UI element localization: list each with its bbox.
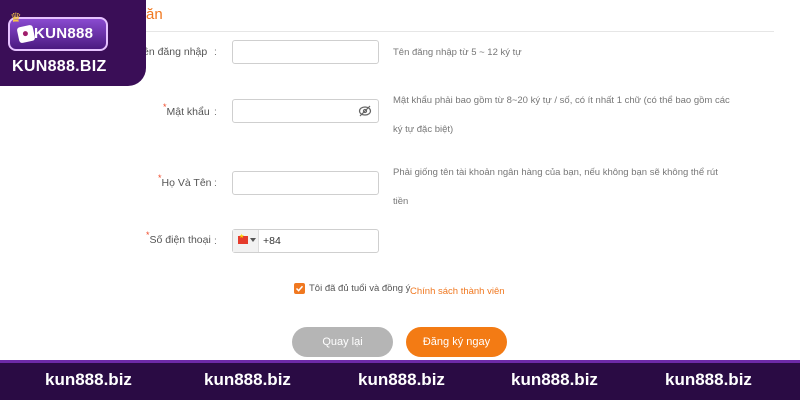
required-marker: * <box>158 173 162 183</box>
password-colon: : <box>214 106 217 118</box>
fullname-hint: Phải giống tên tài khoản ngân hàng của b… <box>393 158 738 216</box>
brand-logo[interactable]: ♛ KUN888 KUN888.BIZ <box>0 0 146 86</box>
phone-label: *Số điện thoại <box>146 230 211 246</box>
password-hint: Mật khẩu phải bao gồm từ 8~20 ký tự / số… <box>393 86 738 144</box>
password-input[interactable] <box>232 99 379 123</box>
username-input[interactable] <box>232 40 379 64</box>
phone-input[interactable] <box>261 230 377 252</box>
password-label-text: Mật khẩu <box>166 106 210 118</box>
logo-domain: KUN888.BIZ <box>12 58 107 75</box>
member-policy-link[interactable]: Chính sách thành viên <box>410 286 505 297</box>
phone-field: ★ <box>232 229 379 253</box>
fullname-colon: : <box>214 177 217 189</box>
fullname-hint-line-2: tiền <box>393 196 409 207</box>
vietnam-flag-icon: ★ <box>238 234 248 244</box>
title-divider <box>146 31 774 32</box>
required-marker: * <box>146 230 150 240</box>
agree-text: Tôi đã đủ tuổi và đồng ý <box>309 283 411 294</box>
username-hint-line: Tên đăng nhập từ 5 ~ 12 ký tự <box>393 47 522 58</box>
agree-checkbox[interactable] <box>294 283 305 294</box>
username-colon: : <box>214 46 217 58</box>
password-hint-line-2: ký tự đặc biệt) <box>393 124 454 135</box>
fullname-input[interactable] <box>232 171 379 195</box>
phone-label-text: Số điện thoại <box>149 234 211 246</box>
fullname-label-text: Họ Và Tên <box>161 177 212 189</box>
eye-hidden-icon[interactable] <box>358 104 372 118</box>
footer-domain: kun888.biz <box>511 370 598 389</box>
crown-icon: ♛ <box>10 10 22 25</box>
footer-domain: kun888.biz <box>358 370 445 389</box>
required-marker: * <box>163 102 167 112</box>
footer-domain: kun888.biz <box>204 370 291 389</box>
checkmark-icon <box>295 285 304 292</box>
logo-wordmark: KUN888 <box>34 25 94 42</box>
section-title: ăn <box>146 6 163 23</box>
fullname-hint-line-1: Phải giống tên tài khoản ngân hàng của b… <box>393 167 718 178</box>
footer-domain: kun888.biz <box>45 370 132 389</box>
country-code-dropdown[interactable]: ★ <box>233 230 259 252</box>
fullname-label: *Họ Và Tên <box>158 173 212 189</box>
username-hint: Tên đăng nhập từ 5 ~ 12 ký tự <box>393 38 738 67</box>
back-button[interactable]: Quay lại <box>292 327 393 357</box>
footer-domain: kun888.biz <box>665 370 752 389</box>
register-button[interactable]: Đăng ký ngay <box>406 327 507 357</box>
password-hint-line-1: Mật khẩu phải bao gồm từ 8~20 ký tự / số… <box>393 95 730 106</box>
footer-banner: kun888.biz kun888.biz kun888.biz kun888.… <box>0 360 800 400</box>
username-label: ên đăng nhập <box>143 46 208 58</box>
caret-down-icon <box>250 238 256 242</box>
logo-badge: ♛ KUN888 <box>8 10 108 54</box>
phone-colon: : <box>214 235 217 247</box>
dice-icon <box>16 24 36 44</box>
password-label: *Mật khẩu <box>163 102 210 118</box>
